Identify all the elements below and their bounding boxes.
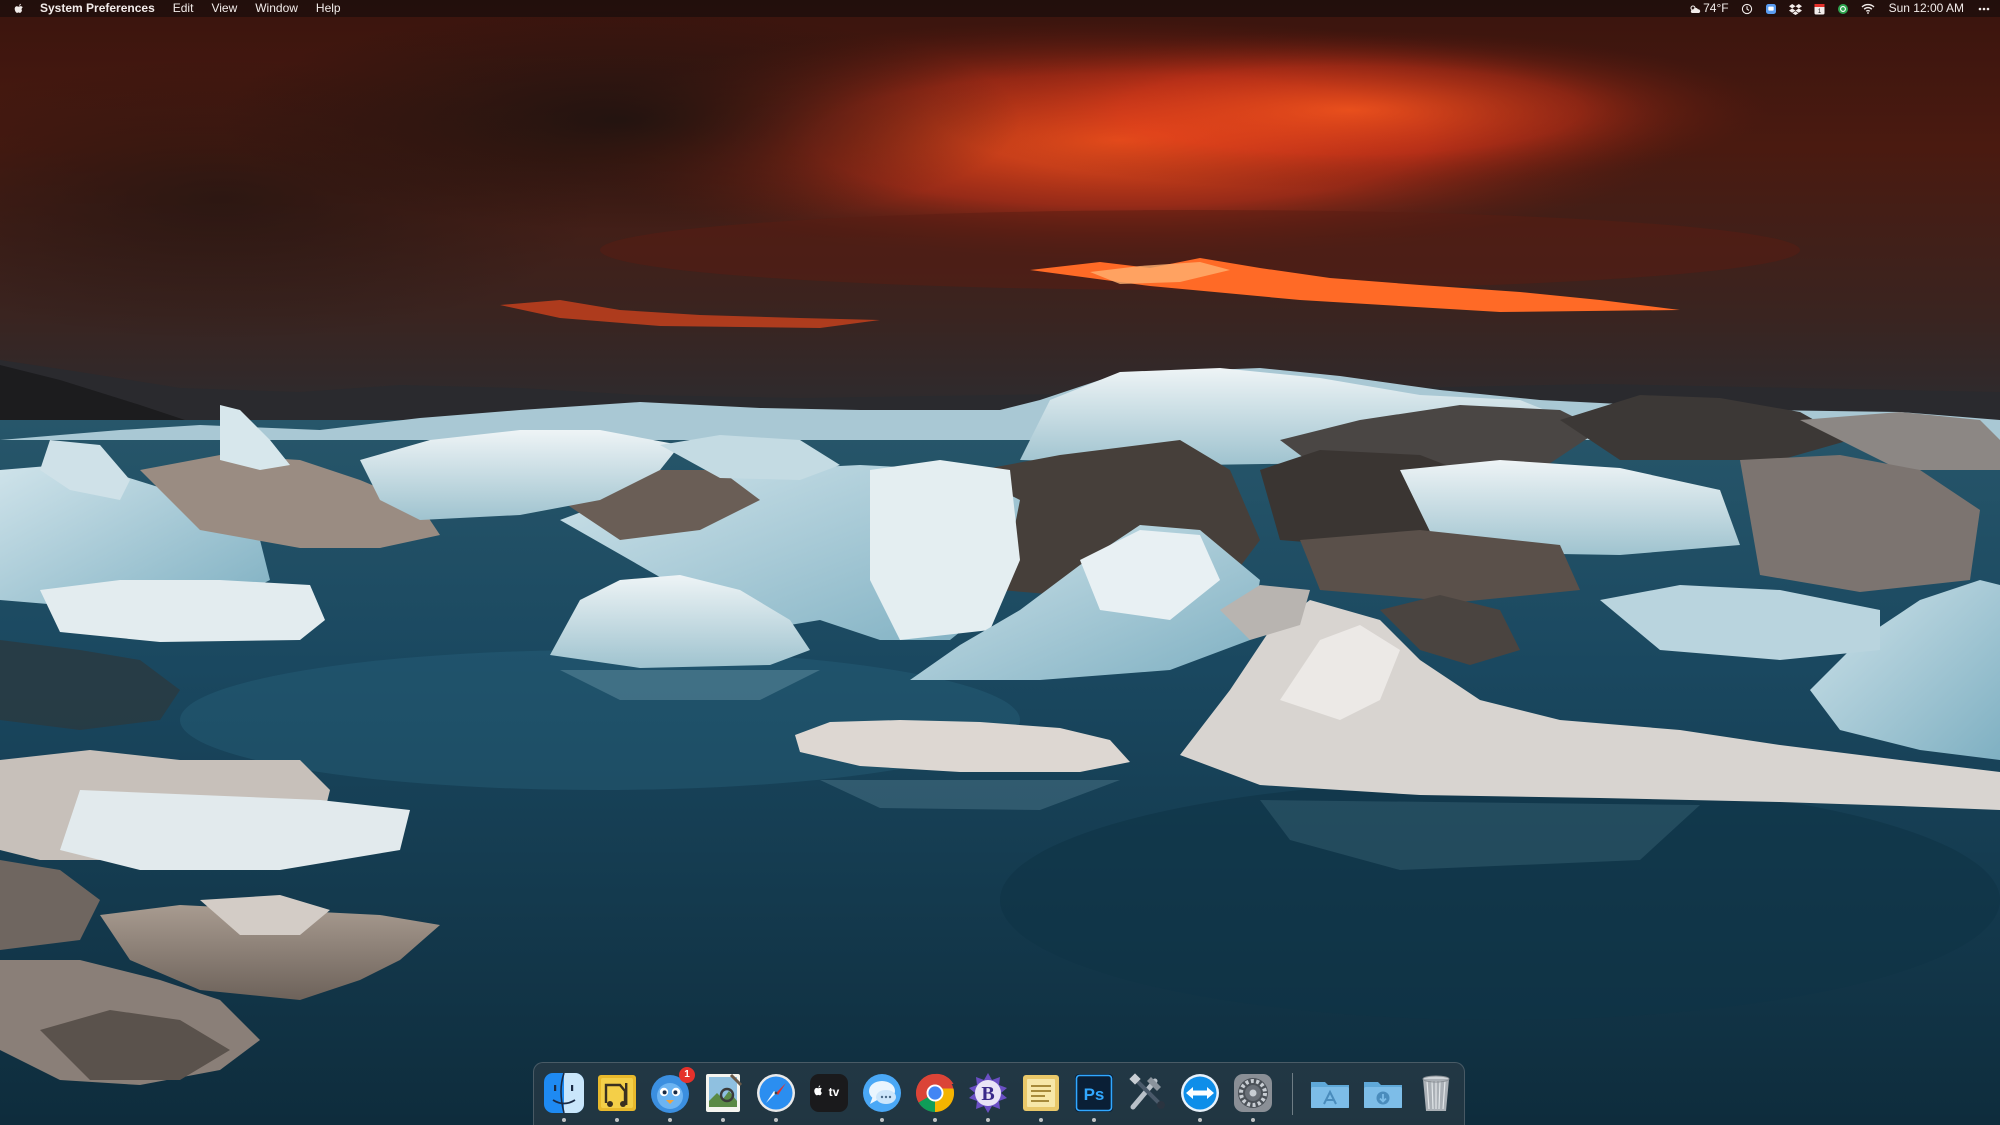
- dock-item-downloads-folder[interactable]: [1361, 1071, 1405, 1115]
- running-indicator: [668, 1118, 672, 1122]
- vpn-status[interactable]: [1837, 3, 1849, 15]
- trash-icon: [1422, 1075, 1450, 1111]
- transmit-icon: [598, 1075, 636, 1111]
- scrollbar-icon: [1765, 3, 1776, 14]
- dock: 1 tv B Ps: [533, 1062, 1465, 1125]
- running-indicator: [1039, 1118, 1043, 1122]
- wifi-icon: [1861, 3, 1875, 14]
- tools-icon: [1129, 1073, 1165, 1110]
- dock-item-finder[interactable]: [542, 1071, 586, 1122]
- calendar-icon: 1: [1814, 3, 1825, 15]
- weather-temp: 74°F: [1703, 1, 1729, 15]
- running-indicator: [774, 1118, 778, 1122]
- notes-icon: [1023, 1075, 1059, 1111]
- running-indicator: [615, 1118, 619, 1122]
- chrome-icon: [916, 1073, 955, 1112]
- bbedit-label: B: [981, 1083, 994, 1105]
- weather-status[interactable]: 74°F: [1689, 0, 1729, 17]
- clock[interactable]: Sun 12:00 AM: [1889, 0, 1964, 17]
- dock-item-applications-folder[interactable]: [1308, 1071, 1352, 1115]
- running-indicator: [1198, 1118, 1202, 1122]
- dock-item-tv[interactable]: tv: [807, 1071, 851, 1115]
- messages-icon: [863, 1074, 901, 1112]
- dock-item-photoshop[interactable]: Ps: [1072, 1071, 1116, 1122]
- running-indicator: [1251, 1118, 1255, 1122]
- timemachine-status[interactable]: [1741, 3, 1753, 15]
- photoshop-label: Ps: [1084, 1085, 1105, 1104]
- running-indicator: [1092, 1118, 1096, 1122]
- dock-item-messages[interactable]: [860, 1071, 904, 1122]
- dock-divider: [1292, 1073, 1293, 1115]
- weather-icon: [1690, 4, 1701, 13]
- dock-item-chrome[interactable]: [913, 1071, 957, 1122]
- appletv-icon: tv: [810, 1074, 848, 1112]
- bbedit-icon: B: [969, 1073, 1007, 1113]
- dock-item-preview[interactable]: [701, 1071, 745, 1122]
- safari-icon: [757, 1074, 795, 1112]
- apple-menu-icon[interactable]: [12, 2, 26, 16]
- running-indicator: [562, 1118, 566, 1122]
- dropbox-icon: [1788, 3, 1802, 15]
- system-preferences-icon: [1234, 1074, 1272, 1112]
- photoshop-icon: Ps: [1075, 1074, 1113, 1112]
- more-icon: [1978, 7, 1990, 10]
- preview-icon: [706, 1073, 743, 1112]
- teamviewer-icon: [1181, 1074, 1219, 1112]
- timemachine-icon: [1741, 3, 1752, 14]
- downloads-folder-icon: [1364, 1082, 1402, 1108]
- tv-label: tv: [829, 1085, 840, 1099]
- dropbox-status[interactable]: [1788, 3, 1802, 15]
- more-status[interactable]: [1978, 7, 1990, 11]
- menu-edit[interactable]: Edit: [173, 0, 194, 17]
- dock-item-tweetbot[interactable]: 1: [648, 1067, 695, 1122]
- dock-item-safari[interactable]: [754, 1071, 798, 1122]
- dock-item-tools[interactable]: [1125, 1071, 1169, 1115]
- running-indicator: [986, 1118, 990, 1122]
- desktop-wallpaper: [0, 0, 2000, 1125]
- vpn-icon: [1837, 3, 1848, 14]
- calendar-status[interactable]: 1: [1814, 3, 1825, 15]
- menu-view[interactable]: View: [211, 0, 237, 17]
- menu-app-name[interactable]: System Preferences: [40, 0, 155, 17]
- wifi-status[interactable]: [1861, 3, 1875, 14]
- dock-item-notes[interactable]: [1019, 1071, 1063, 1122]
- menu-bar: System Preferences Edit View Window Help…: [0, 0, 2000, 17]
- applications-folder-icon: [1311, 1082, 1349, 1108]
- running-indicator: [721, 1118, 725, 1122]
- dock-item-teamviewer[interactable]: [1178, 1071, 1222, 1122]
- dock-item-bbedit[interactable]: B: [966, 1071, 1010, 1122]
- dock-item-transmit[interactable]: [595, 1071, 639, 1122]
- dock-item-trash[interactable]: [1414, 1071, 1458, 1115]
- finder-icon: [544, 1072, 584, 1114]
- notification-badge: 1: [679, 1067, 695, 1083]
- dock-item-system-preferences[interactable]: [1231, 1071, 1275, 1122]
- menu-help[interactable]: Help: [316, 0, 341, 17]
- menu-window[interactable]: Window: [255, 0, 298, 17]
- running-indicator: [880, 1118, 884, 1122]
- running-indicator: [933, 1118, 937, 1122]
- screen-share-status[interactable]: [1765, 3, 1777, 15]
